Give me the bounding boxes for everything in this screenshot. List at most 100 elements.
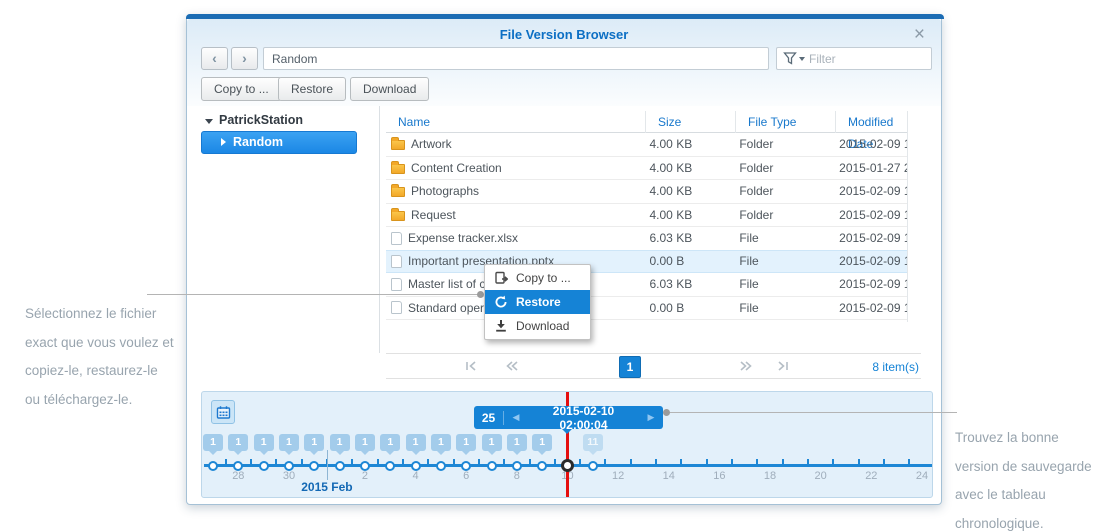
table-row[interactable]: Photographs4.00 KBFolder2015-02-09 1... bbox=[386, 180, 907, 204]
download-icon bbox=[494, 319, 508, 333]
file-size: 4.00 KB bbox=[646, 137, 736, 151]
timeline-tick bbox=[858, 459, 860, 465]
titlebar: File Version Browser × bbox=[187, 19, 941, 47]
timeline-marker[interactable] bbox=[537, 461, 547, 471]
menu-item-label: Restore bbox=[516, 295, 561, 309]
selected-datetime: 2015-02-10 02:00:04 bbox=[528, 404, 639, 432]
timeline-marker[interactable] bbox=[411, 461, 421, 471]
timeline-marker[interactable] bbox=[259, 461, 269, 471]
table-row[interactable]: Content Creation4.00 KBFolder2015-01-27 … bbox=[386, 157, 907, 181]
cell-name: Artwork bbox=[386, 137, 646, 151]
table-body: Artwork4.00 KBFolder2015-02-09 1...Conte… bbox=[386, 133, 907, 320]
first-page-icon bbox=[464, 359, 480, 373]
sidebar-child-label: Random bbox=[233, 135, 283, 149]
chevron-right-icon bbox=[221, 138, 226, 146]
left-annotation-connector bbox=[147, 294, 481, 295]
forward-icon: › bbox=[242, 50, 247, 66]
table-row[interactable]: Standard operat0.00 BFile2015-02-09 1... bbox=[386, 297, 907, 321]
timeline-marker[interactable] bbox=[309, 461, 319, 471]
download-button[interactable]: Download bbox=[350, 77, 429, 101]
back-button[interactable]: ‹ bbox=[201, 47, 228, 70]
version-count-bubble: 1 bbox=[330, 434, 350, 451]
file-type: Folder bbox=[735, 161, 835, 175]
timeline-tick bbox=[807, 459, 809, 465]
timeline-tick bbox=[706, 459, 708, 465]
table-row[interactable]: Master list of co6.03 KBFile2015-02-09 1… bbox=[386, 273, 907, 297]
next-page-button[interactable] bbox=[738, 359, 756, 375]
menu-item-label: Copy to ... bbox=[516, 271, 571, 285]
close-icon[interactable]: × bbox=[914, 23, 925, 47]
column-header-size[interactable]: Size bbox=[646, 111, 736, 133]
context-menu-item-restore[interactable]: Restore bbox=[485, 290, 590, 314]
day-label: 16 bbox=[704, 470, 734, 482]
timeline-tick bbox=[529, 459, 531, 465]
filter-input[interactable] bbox=[809, 52, 909, 66]
file-modified-date: 2015-02-09 1... bbox=[835, 277, 907, 291]
current-page[interactable]: 1 bbox=[619, 356, 641, 378]
timeline-marker[interactable] bbox=[208, 461, 218, 471]
menu-item-label: Download bbox=[516, 319, 569, 333]
prev-version-icon[interactable]: ◀ bbox=[504, 412, 528, 423]
last-page-button[interactable] bbox=[774, 359, 792, 375]
context-menu-item-copy-to[interactable]: Copy to ... bbox=[485, 266, 590, 290]
chevron-down-icon bbox=[205, 119, 213, 124]
restore-button[interactable]: Restore bbox=[278, 77, 346, 101]
timeline-marker[interactable] bbox=[436, 461, 446, 471]
timeline-marker[interactable] bbox=[360, 461, 370, 471]
folder-icon bbox=[391, 140, 405, 150]
file-name: Artwork bbox=[411, 137, 452, 151]
column-header-modified[interactable]: Modified Date bbox=[836, 111, 908, 133]
file-type: File bbox=[735, 231, 835, 245]
context-menu-item-download[interactable]: Download bbox=[485, 314, 590, 338]
column-header-filetype[interactable]: File Type bbox=[736, 111, 836, 133]
copy-to-button[interactable]: Copy to ... bbox=[201, 77, 282, 101]
timeline-tick bbox=[351, 459, 353, 465]
timeline-marker[interactable] bbox=[588, 461, 598, 471]
day-label: 12 bbox=[603, 470, 633, 482]
day-label: 8 bbox=[502, 470, 532, 482]
file-modified-date: 2015-02-09 1... bbox=[835, 254, 907, 268]
sidebar-root-label: PatrickStation bbox=[219, 113, 303, 127]
timeline-tick bbox=[883, 459, 885, 465]
timeline-tick bbox=[655, 459, 657, 465]
next-version-icon[interactable]: ▶ bbox=[639, 412, 663, 423]
table-row[interactable]: Request4.00 KBFolder2015-02-09 1... bbox=[386, 204, 907, 228]
timeline-marker[interactable] bbox=[335, 461, 345, 471]
folder-icon bbox=[391, 164, 405, 174]
timeline-marker[interactable] bbox=[385, 461, 395, 471]
sidebar-item-random[interactable]: Random bbox=[201, 131, 357, 154]
timeline-marker[interactable] bbox=[512, 461, 522, 471]
timeline-tick bbox=[377, 459, 379, 465]
timeline-marker-selected[interactable] bbox=[561, 459, 574, 472]
file-size: 4.00 KB bbox=[646, 161, 736, 175]
day-label: 28 bbox=[223, 470, 253, 482]
timeline-tick bbox=[275, 459, 277, 465]
file-modified-date: 2015-02-09 1... bbox=[835, 184, 907, 198]
file-name: Master list of co bbox=[408, 277, 492, 291]
timeline-marker[interactable] bbox=[284, 461, 294, 471]
file-icon bbox=[391, 301, 402, 314]
first-page-button[interactable] bbox=[464, 359, 482, 375]
table-row[interactable]: Expense tracker.xlsx6.03 KBFile2015-02-0… bbox=[386, 227, 907, 251]
path-input[interactable] bbox=[263, 47, 769, 70]
cell-name: Expense tracker.xlsx bbox=[386, 231, 646, 245]
month-label: 2015 Feb bbox=[287, 480, 367, 494]
file-table: Name Size File Type Modified Date Artwor… bbox=[386, 111, 908, 322]
timeline-marker[interactable] bbox=[487, 461, 497, 471]
table-row[interactable]: Artwork4.00 KBFolder2015-02-09 1... bbox=[386, 133, 907, 157]
column-header-name[interactable]: Name bbox=[386, 111, 646, 133]
timeline-tick bbox=[402, 459, 404, 465]
sidebar-item-root[interactable]: PatrickStation bbox=[205, 113, 303, 127]
version-count-bubble: 1 bbox=[355, 434, 375, 451]
file-size: 6.03 KB bbox=[646, 277, 736, 291]
calendar-button[interactable] bbox=[211, 400, 235, 424]
file-icon bbox=[391, 255, 402, 268]
file-icon bbox=[391, 278, 402, 291]
prev-page-button[interactable] bbox=[504, 359, 522, 375]
file-name: Standard operat bbox=[408, 301, 494, 315]
forward-button[interactable]: › bbox=[231, 47, 258, 70]
filter-box[interactable] bbox=[776, 47, 932, 70]
next-page-icon bbox=[738, 359, 754, 373]
file-modified-date: 2015-01-27 2... bbox=[835, 161, 907, 175]
table-row[interactable]: Important presentation.pptx0.00 BFile201… bbox=[386, 250, 907, 274]
